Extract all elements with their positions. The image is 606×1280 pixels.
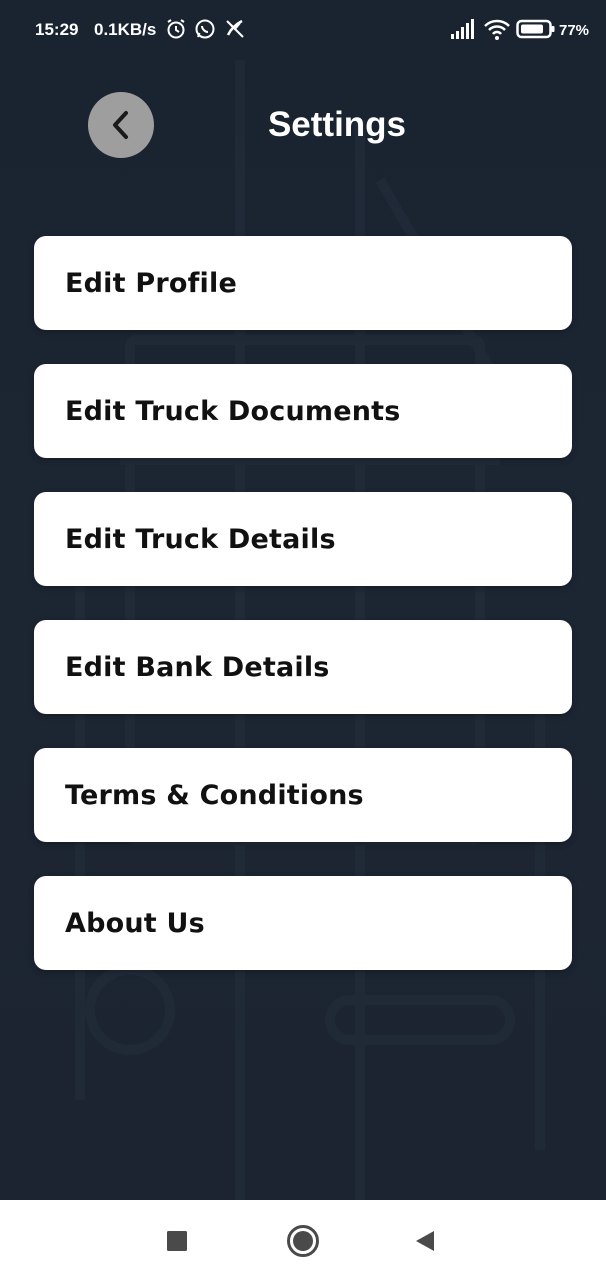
settings-screen: 15:29 0.1KB/s 77% Settings Edit Profile …: [0, 0, 606, 1200]
battery-percentage: 77%: [559, 22, 590, 39]
menu-item-label: Edit Bank Details: [65, 651, 330, 683]
edit-bank-details-button[interactable]: Edit Bank Details: [34, 620, 572, 714]
page-title: Settings: [267, 105, 407, 144]
status-time: 15:29: [35, 20, 79, 39]
home-circle-icon[interactable]: [286, 1224, 320, 1258]
back-triangle-icon[interactable]: [414, 1229, 436, 1253]
whatsapp-icon: [195, 19, 215, 39]
menu-item-label: Edit Profile: [65, 267, 237, 299]
edit-profile-button[interactable]: Edit Profile: [34, 236, 572, 330]
missed-call-icon: [226, 19, 244, 38]
system-navigation-bar: [0, 1200, 606, 1280]
battery-icon: [516, 19, 555, 39]
edit-truck-details-button[interactable]: Edit Truck Details: [34, 492, 572, 586]
recents-square-icon[interactable]: [166, 1230, 188, 1252]
status-network-speed: 0.1KB/s: [94, 20, 157, 39]
about-us-button[interactable]: About Us: [34, 876, 572, 970]
menu-item-label: Edit Truck Documents: [65, 395, 401, 427]
menu-item-label: About Us: [65, 907, 205, 939]
menu-item-label: Edit Truck Details: [65, 523, 336, 555]
settings-menu: Edit Profile Edit Truck Documents Edit T…: [34, 236, 572, 1004]
menu-item-label: Terms & Conditions: [65, 779, 364, 811]
alarm-icon: [167, 19, 185, 39]
signal-icon: [451, 19, 474, 39]
status-bar: 15:29 0.1KB/s 77%: [0, 0, 606, 60]
terms-and-conditions-button[interactable]: Terms & Conditions: [34, 748, 572, 842]
wifi-icon: [484, 19, 510, 40]
edit-truck-documents-button[interactable]: Edit Truck Documents: [34, 364, 572, 458]
